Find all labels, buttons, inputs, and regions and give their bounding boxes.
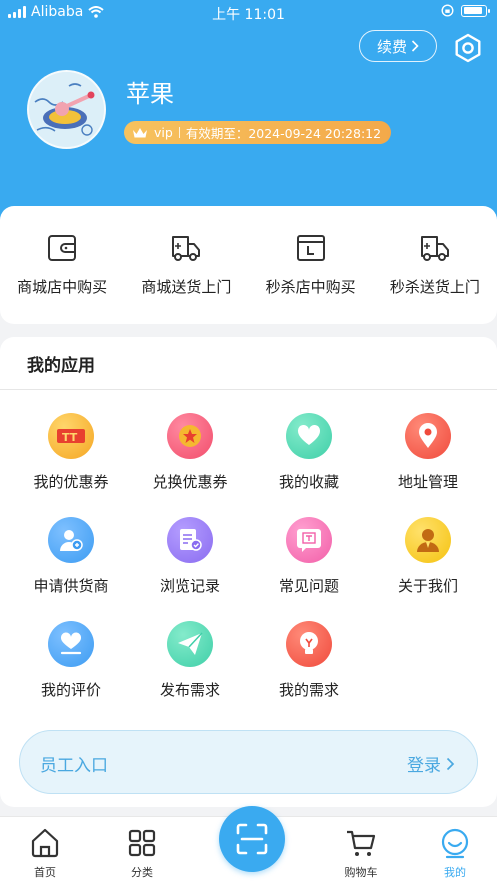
- app-exchange-coupons[interactable]: 兑换优惠券: [131, 413, 249, 505]
- about-us-icon: [405, 517, 451, 563]
- shortcut-flash-in-store[interactable]: 秒杀店中购买: [249, 206, 373, 324]
- faq-icon: [286, 517, 332, 563]
- renew-label: 续费: [376, 37, 407, 56]
- wallet-icon: [48, 235, 77, 261]
- staff-entrance-label: 员工入口: [40, 756, 108, 776]
- staff-entrance-banner[interactable]: 员工入口 登录: [19, 730, 478, 794]
- staff-login-label: 登录: [407, 756, 441, 776]
- status-bar: Alibaba 上午 11:01: [0, 0, 497, 26]
- app-label: 申请供货商: [33, 577, 109, 595]
- home-icon: [31, 828, 59, 858]
- tab-label: 首页: [34, 866, 56, 879]
- app-label: 发布需求: [159, 681, 220, 699]
- shortcut-flash-delivery[interactable]: 秒杀送货上门: [373, 206, 497, 324]
- scan-button[interactable]: [219, 806, 285, 872]
- app-label: 兑换优惠券: [152, 473, 228, 491]
- username: 苹果: [126, 80, 174, 108]
- category-grid-icon: [128, 829, 156, 857]
- lightbulb-icon: [286, 621, 332, 667]
- tab-cart[interactable]: 购物车: [331, 827, 391, 880]
- avatar-image: [29, 72, 104, 147]
- shortcut-label: 商城送货上门: [141, 278, 232, 296]
- app-address-management[interactable]: 地址管理: [369, 413, 487, 505]
- app-grid: TT 我的优惠券 兑换优惠券 我的收藏 地址管理 申请供货商 浏览记录 常见问题…: [0, 413, 497, 713]
- staff-login-button[interactable]: 登录: [407, 751, 455, 776]
- app-publish-demand[interactable]: 发布需求: [131, 621, 249, 713]
- delivery-truck-icon: [172, 236, 201, 261]
- vip-expiry: 有效期至：2024-09-24 20:28:12: [185, 126, 382, 141]
- app-faq[interactable]: 常见问题: [250, 517, 368, 609]
- app-label: 我的评价: [40, 681, 101, 699]
- cart-icon: [347, 830, 376, 856]
- app-favorites[interactable]: 我的收藏: [250, 413, 368, 505]
- settings-hexagon-icon[interactable]: [452, 32, 484, 64]
- tab-category[interactable]: 分类: [112, 827, 172, 880]
- vip-divider: [178, 127, 180, 138]
- app-label: 常见问题: [278, 577, 339, 595]
- app-browsing-history[interactable]: 浏览记录: [131, 517, 249, 609]
- vip-badge: vip 有效期至：2024-09-24 20:28:12: [124, 121, 392, 144]
- scan-icon: [236, 823, 268, 855]
- vip-label: vip: [154, 125, 173, 140]
- supplier-icon: [48, 517, 94, 563]
- app-my-reviews[interactable]: 我的评价: [12, 621, 130, 713]
- app-label: 我的收藏: [278, 473, 339, 491]
- shortcut-mall-in-store[interactable]: 商城店中购买: [0, 206, 124, 324]
- tab-label: 我的: [444, 866, 466, 879]
- clock: 上午 11:01: [212, 7, 285, 23]
- renew-button[interactable]: 续费: [359, 30, 437, 62]
- delivery-truck-icon: [420, 236, 449, 261]
- svg-text:TT: TT: [62, 431, 78, 444]
- section-title: 我的应用: [27, 356, 95, 376]
- app-my-demands[interactable]: 我的需求: [250, 621, 368, 713]
- my-apps-section: 我的应用 TT 我的优惠券 兑换优惠券 我的收藏 地址管理 申请供货商 浏览记录…: [0, 337, 497, 807]
- shortcut-label: 商城店中购买: [17, 278, 108, 296]
- coupon-icon: TT: [48, 413, 94, 459]
- review-heart-icon: [48, 621, 94, 667]
- app-label: 关于我们: [397, 577, 458, 595]
- divider: [0, 389, 497, 390]
- app-label: 我的优惠券: [33, 473, 109, 491]
- tab-home[interactable]: 首页: [15, 827, 75, 880]
- app-apply-supplier[interactable]: 申请供货商: [12, 517, 130, 609]
- rotation-lock-icon: [441, 4, 454, 17]
- paper-plane-icon: [167, 621, 213, 667]
- location-pin-icon: [405, 413, 451, 459]
- app-label: 浏览记录: [159, 577, 220, 595]
- chevron-right-icon: [446, 757, 455, 770]
- tab-mine[interactable]: 我的: [425, 827, 485, 880]
- exchange-coupon-icon: [167, 413, 213, 459]
- shortcut-mall-delivery[interactable]: 商城送货上门: [124, 206, 248, 324]
- crown-icon: [133, 127, 147, 137]
- avatar[interactable]: [27, 70, 106, 149]
- app-my-coupons[interactable]: TT 我的优惠券: [12, 413, 130, 505]
- shortcut-label: 秒杀送货上门: [389, 278, 480, 296]
- tab-label: 分类: [131, 866, 153, 879]
- app-about-us[interactable]: 关于我们: [369, 517, 487, 609]
- history-icon: [167, 517, 213, 563]
- battery-icon: [461, 4, 490, 17]
- order-shortcuts: 商城店中购买 商城送货上门 秒杀店中购买 秒杀送货上门: [0, 206, 497, 324]
- chevron-right-icon: [411, 40, 419, 52]
- profile-smile-icon: [441, 828, 469, 859]
- package-box-icon: [296, 235, 325, 261]
- heart-icon: [286, 413, 332, 459]
- tab-label: 购物车: [344, 866, 378, 879]
- app-label: 地址管理: [397, 473, 458, 491]
- app-label: 我的需求: [278, 681, 339, 699]
- shortcut-label: 秒杀店中购买: [265, 278, 356, 296]
